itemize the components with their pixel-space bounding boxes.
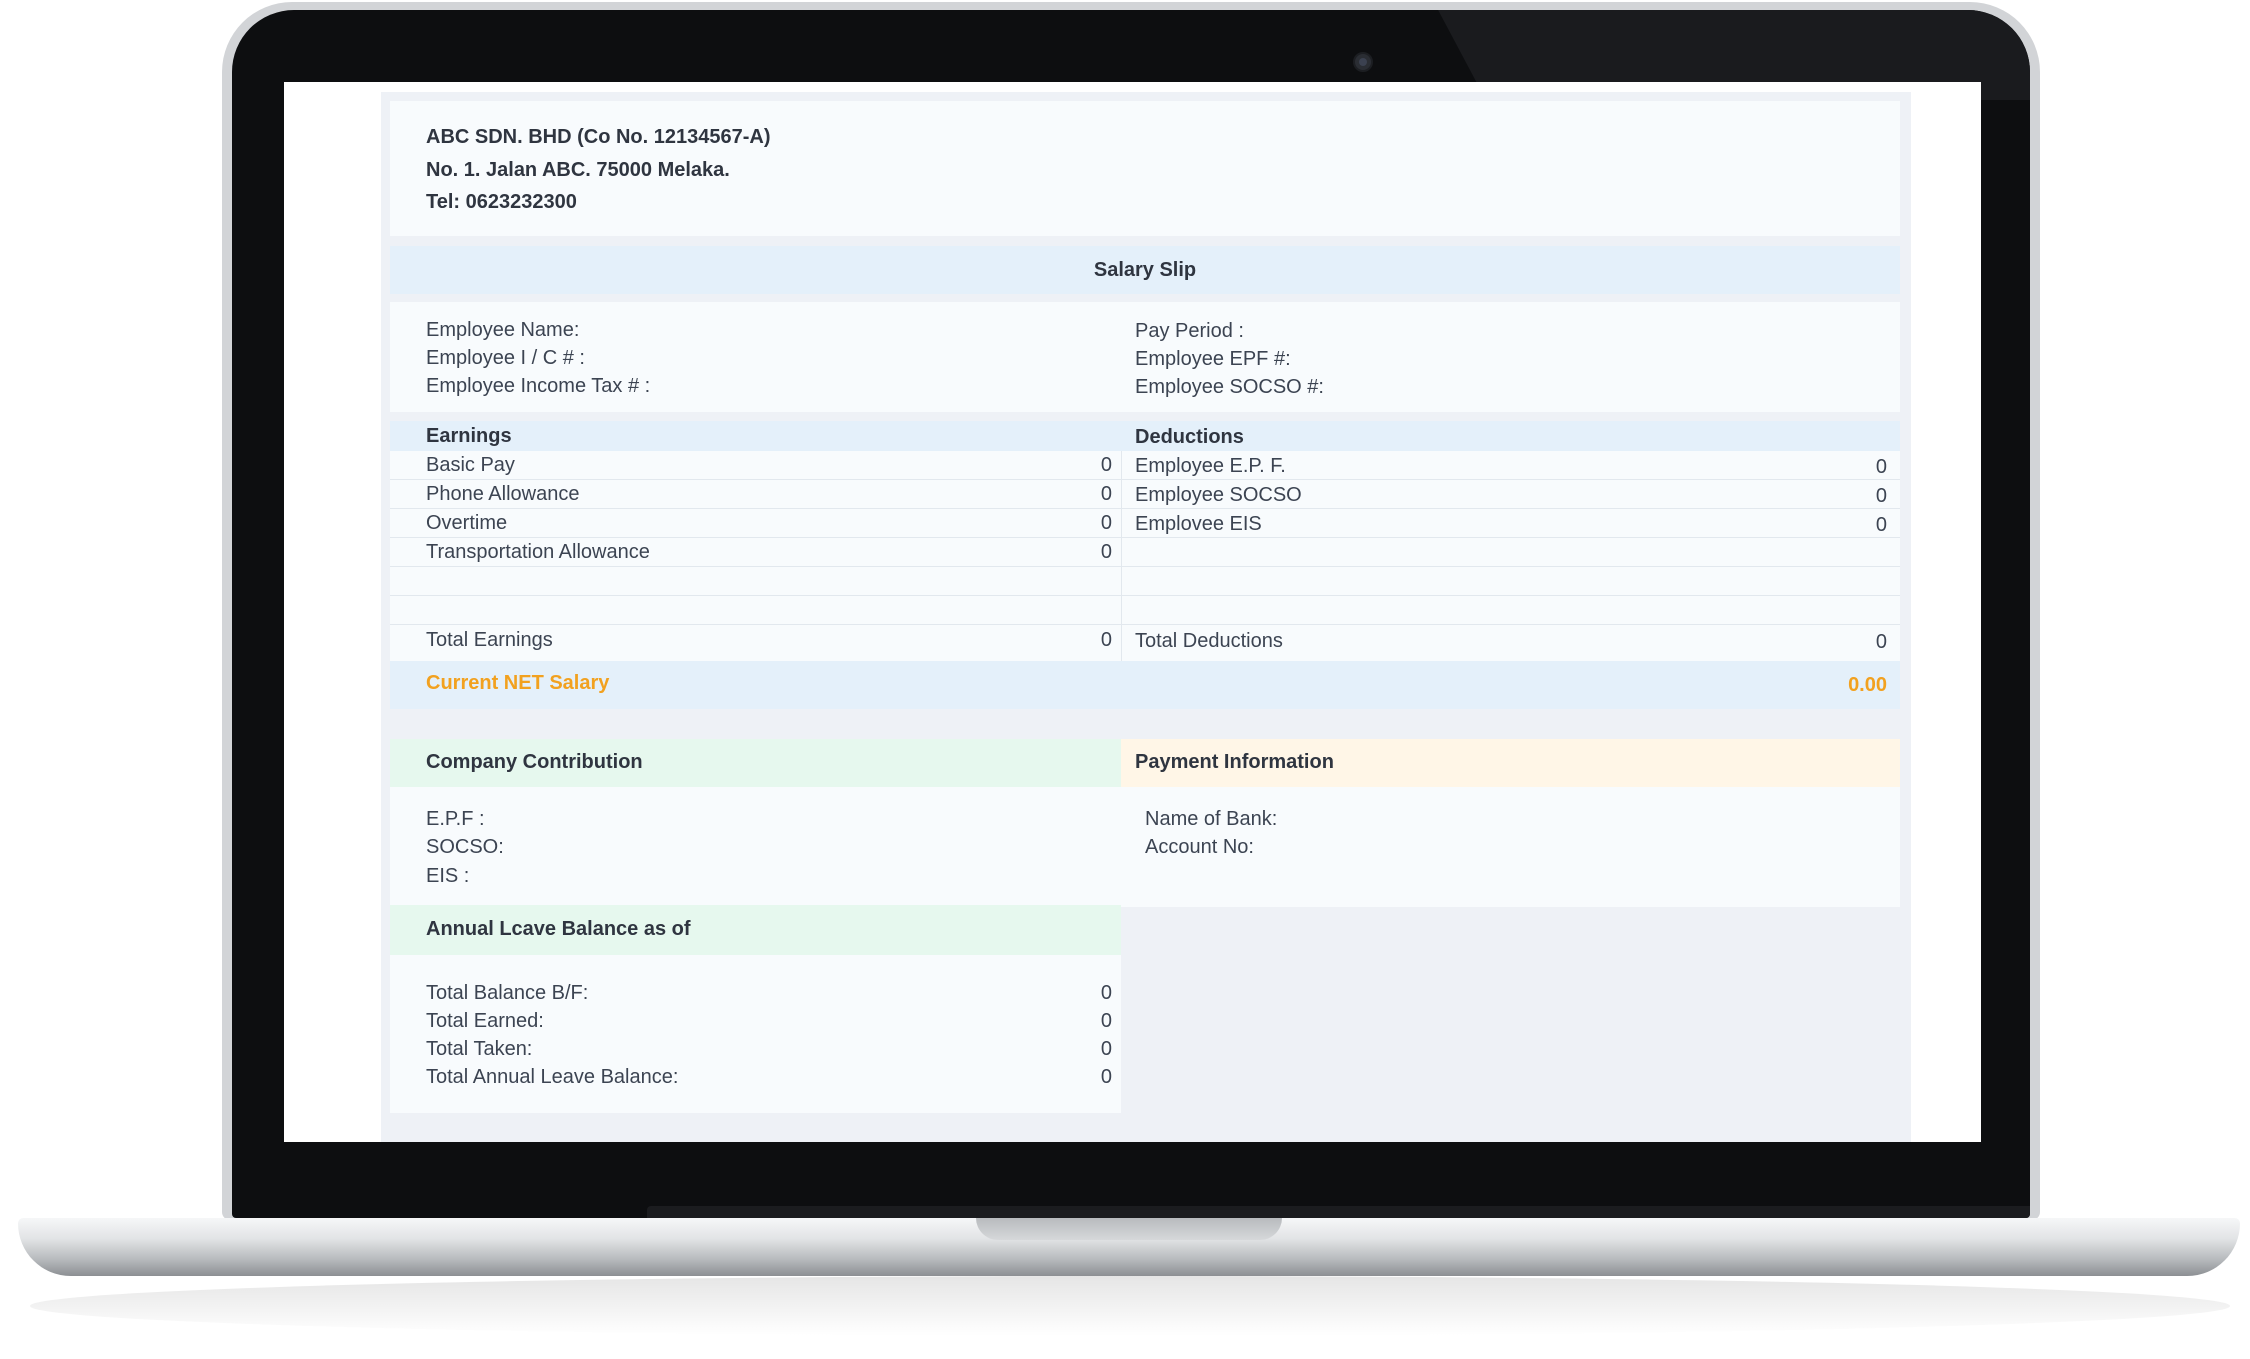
employee-socso-label: Employee SOCSO #: bbox=[1135, 376, 1324, 398]
earnings-deductions-header: Earnings Deductions bbox=[390, 421, 1900, 451]
deduction-value: 0 bbox=[1875, 485, 1887, 507]
epf-contribution-label: E.P.F : bbox=[426, 808, 485, 830]
employee-ic-label: Employee I / C # : bbox=[426, 347, 585, 369]
leave-balance-title: Annual Lcave Balance as of bbox=[426, 918, 691, 940]
payment-information-body: Name of Bank: Account No: bbox=[1121, 787, 1900, 907]
slip-title: Salary Slip bbox=[1093, 259, 1197, 281]
leave-balance-body: Total Balance B/F: 0 Total Earned: 0 Tot… bbox=[390, 955, 1121, 1113]
socso-contribution-label: SOCSO: bbox=[426, 836, 504, 858]
laptop-notch bbox=[976, 1218, 1282, 1240]
deduction-label: Employee E.P. F. bbox=[1135, 455, 1286, 477]
camera-icon bbox=[1353, 52, 1373, 72]
company-tel: Tel: 0623232300 bbox=[426, 191, 577, 213]
company-name: ABC SDN. BHD (Co No. 12134567-A) bbox=[426, 126, 771, 148]
company-contribution-header: Company Contribution bbox=[390, 739, 1121, 787]
earnings-deductions-table: Basic Pay 0 Phone Allowance 0 Overtime 0… bbox=[390, 451, 1900, 661]
bank-name-label: Name of Bank: bbox=[1145, 808, 1278, 830]
row-divider bbox=[390, 537, 1900, 538]
earning-label: Phone Allowance bbox=[426, 483, 580, 505]
deduction-value: 0 bbox=[1875, 456, 1887, 478]
earning-label: Basic Pay bbox=[426, 454, 515, 476]
earning-value: 0 bbox=[1100, 541, 1112, 563]
salary-slip-wrapper: ABC SDN. BHD (Co No. 12134567-A) No. 1. … bbox=[381, 92, 1911, 1142]
row-divider bbox=[390, 479, 1900, 480]
total-deductions-label: Total Deductions bbox=[1135, 630, 1283, 652]
leave-value: 0 bbox=[1100, 982, 1112, 1004]
row-divider bbox=[390, 508, 1900, 509]
eis-contribution-label: EIS : bbox=[426, 865, 470, 887]
employee-info: Employee Name: Employee I / C # : Employ… bbox=[390, 302, 1900, 412]
bezel-bottom-strip bbox=[647, 1206, 2030, 1218]
earnings-header: Earnings bbox=[426, 425, 512, 447]
laptop-shadow bbox=[30, 1276, 2230, 1336]
employee-income-tax-label: Employee Income Tax # : bbox=[426, 375, 651, 397]
earning-value: 0 bbox=[1100, 512, 1112, 534]
row-divider bbox=[390, 595, 1900, 596]
row-divider bbox=[390, 566, 1900, 567]
leave-value: 0 bbox=[1100, 1010, 1112, 1032]
deduction-label: Employee SOCSO bbox=[1135, 484, 1302, 506]
leave-label: Total Earned: bbox=[426, 1010, 544, 1032]
row-divider bbox=[390, 624, 1900, 625]
company-header: ABC SDN. BHD (Co No. 12134567-A) No. 1. … bbox=[390, 101, 1900, 236]
account-no-label: Account No: bbox=[1145, 836, 1254, 858]
earning-value: 0 bbox=[1100, 483, 1112, 505]
total-earnings-value: 0 bbox=[1100, 629, 1112, 651]
payment-information-title: Payment Information bbox=[1135, 751, 1334, 773]
company-address: No. 1. Jalan ABC. 75000 Melaka. bbox=[426, 159, 730, 181]
company-contribution-title: Company Contribution bbox=[426, 751, 643, 773]
leave-label: Total Taken: bbox=[426, 1038, 533, 1060]
earning-label: Overtime bbox=[426, 512, 508, 534]
column-divider bbox=[1121, 451, 1122, 661]
pay-period-label: Pay Period : bbox=[1135, 320, 1244, 342]
leave-value: 0 bbox=[1100, 1066, 1112, 1088]
laptop-screen: ABC SDN. BHD (Co No. 12134567-A) No. 1. … bbox=[284, 82, 1981, 1142]
net-salary-label: Current NET Salary bbox=[426, 672, 610, 694]
payment-information-header: Payment Information bbox=[1121, 739, 1900, 787]
salary-slip: ABC SDN. BHD (Co No. 12134567-A) No. 1. … bbox=[390, 101, 1900, 1142]
total-deductions-value: 0 bbox=[1875, 631, 1887, 653]
earning-value: 0 bbox=[1100, 454, 1112, 476]
slip-title-band: Salary Slip bbox=[390, 246, 1900, 294]
deductions-header: Deductions bbox=[1135, 426, 1244, 448]
earning-label: Transportation Allowance bbox=[426, 541, 650, 563]
company-contribution-body: E.P.F : SOCSO: EIS : bbox=[390, 787, 1121, 907]
deduction-value: 0 bbox=[1875, 514, 1887, 536]
leave-label: Total Annual Leave Balance: bbox=[426, 1066, 679, 1088]
employee-epf-label: Employee EPF #: bbox=[1135, 348, 1291, 370]
leave-label: Total Balance B/F: bbox=[426, 982, 589, 1004]
deduction-label: Emplovee EIS bbox=[1135, 513, 1262, 535]
leave-balance-header: Annual Lcave Balance as of bbox=[390, 905, 1121, 955]
net-salary-band: Current NET Salary 0.00 bbox=[390, 661, 1900, 709]
employee-name-label: Employee Name: bbox=[426, 319, 580, 341]
total-earnings-label: Total Earnings bbox=[426, 629, 553, 651]
leave-value: 0 bbox=[1100, 1038, 1112, 1060]
net-salary-value: 0.00 bbox=[1848, 674, 1887, 696]
